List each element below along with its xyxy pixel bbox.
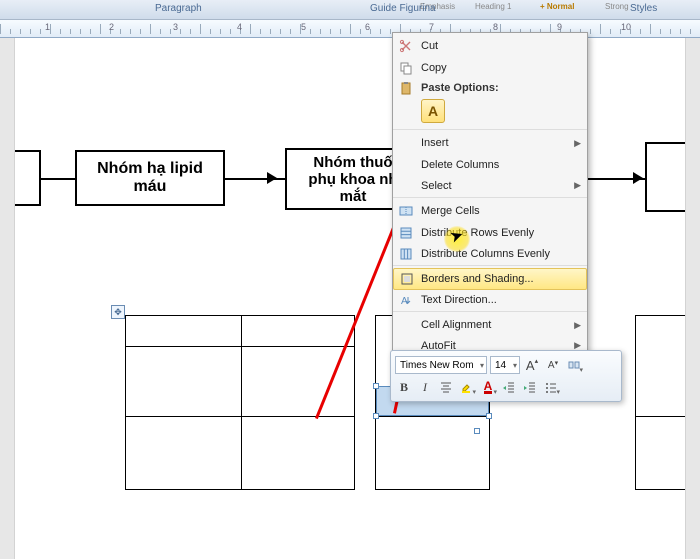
table-move-handle-icon[interactable]: ✥ xyxy=(111,305,125,319)
context-menu-borders-shading[interactable]: Borders and Shading... xyxy=(393,268,587,290)
ribbon-style-strong: Strong xyxy=(605,2,629,11)
table-right-partial[interactable] xyxy=(635,315,685,490)
context-menu-distribute-cols-label: Distribute Columns Evenly xyxy=(421,248,550,260)
font-color-button[interactable]: A xyxy=(479,378,497,396)
ribbon-stub: Emphasis Heading 1 + Normal Strong Parag… xyxy=(0,0,700,20)
page-gutter-left xyxy=(0,38,14,559)
context-menu-copy[interactable]: Copy xyxy=(393,57,587,79)
copy-icon xyxy=(398,60,414,76)
ribbon-group-paragraph: Paragraph xyxy=(155,3,202,14)
context-menu-distribute-rows-label: Distribute Rows Evenly xyxy=(421,227,534,239)
context-menu-text-direction[interactable]: A Text Direction... xyxy=(393,290,587,312)
distribute-cols-icon xyxy=(398,246,414,262)
bold-button[interactable]: B xyxy=(395,378,413,396)
bullets-button[interactable] xyxy=(542,378,560,396)
scissors-icon xyxy=(398,38,414,54)
increase-indent-icon xyxy=(523,380,537,394)
merge-cells-icon xyxy=(398,203,414,219)
align-center-icon xyxy=(439,380,453,394)
grow-font-button[interactable]: A▴ xyxy=(523,356,541,374)
font-size-value: 14 xyxy=(495,360,506,371)
table-resize-handle-icon[interactable] xyxy=(474,428,480,434)
align-center-button[interactable] xyxy=(437,378,455,396)
selection-handle-icon[interactable] xyxy=(373,383,379,389)
context-menu-text-direction-label: Text Direction... xyxy=(421,294,497,306)
context-menu-merge-cells[interactable]: Merge Cells xyxy=(393,200,587,222)
diagram-box-1-text: Nhóm hạ lipid máu xyxy=(81,160,219,196)
submenu-arrow-icon: ▶ xyxy=(574,320,581,331)
context-menu-delete-columns[interactable]: Delete Columns xyxy=(393,154,587,176)
diagram-box-1[interactable]: Nhóm hạ lipid máu xyxy=(75,150,225,206)
ribbon-group-guide: Guide Figurina xyxy=(370,3,436,14)
shrink-font-button[interactable]: A▾ xyxy=(544,356,562,374)
styles-button[interactable] xyxy=(565,356,583,374)
italic-button[interactable]: I xyxy=(416,378,434,396)
ribbon-group-styles: Styles xyxy=(630,3,657,14)
paste-keep-text-only-button[interactable]: A xyxy=(421,99,445,123)
context-menu-borders-shading-label: Borders and Shading... xyxy=(421,273,534,285)
ribbon-style-heading1: Heading 1 xyxy=(475,2,511,11)
borders-icon xyxy=(399,271,415,287)
paste-keep-text-only-label: A xyxy=(428,103,438,119)
horizontal-ruler[interactable]: // ticks drawn after data load below for… xyxy=(0,20,700,38)
bullets-icon xyxy=(544,380,558,394)
context-menu-paste-options-header: Paste Options: xyxy=(393,79,587,97)
context-menu-select[interactable]: Select ▶ xyxy=(393,176,587,198)
highlight-icon xyxy=(460,380,474,394)
context-menu-cell-alignment[interactable]: Cell Alignment ▶ xyxy=(393,314,587,336)
distribute-rows-icon xyxy=(398,225,414,241)
context-menu-delete-columns-label: Delete Columns xyxy=(421,159,499,171)
submenu-arrow-icon: ▶ xyxy=(574,138,581,149)
selection-handle-icon[interactable] xyxy=(486,413,492,419)
decrease-indent-button[interactable] xyxy=(500,378,518,396)
context-menu-cell-alignment-label: Cell Alignment xyxy=(421,319,491,331)
arrow-right-icon xyxy=(267,172,277,184)
context-menu-copy-label: Copy xyxy=(421,62,447,74)
page-gutter-right xyxy=(686,38,700,559)
mini-toolbar: Times New Rom 14 A▴ A▾ B I A xyxy=(390,350,622,402)
context-menu-insert[interactable]: Insert ▶ xyxy=(393,132,587,154)
decrease-indent-icon xyxy=(502,380,516,394)
highlight-button[interactable] xyxy=(458,378,476,396)
context-menu-select-label: Select xyxy=(421,180,452,192)
font-name-value: Times New Rom xyxy=(400,360,474,371)
context-menu-distribute-cols[interactable]: Distribute Columns Evenly xyxy=(393,244,587,266)
ribbon-style-normal: + Normal xyxy=(540,2,574,11)
diagram-box-partial-right xyxy=(645,142,685,212)
increase-indent-button[interactable] xyxy=(521,378,539,396)
font-name-combo[interactable]: Times New Rom xyxy=(395,356,487,374)
arrow-right-2-icon xyxy=(633,172,643,184)
context-menu: Cut Copy Paste Options: A Insert ▶ Delet… xyxy=(392,32,588,385)
context-menu-merge-cells-label: Merge Cells xyxy=(421,205,480,217)
context-menu-paste-options-row: A xyxy=(393,97,587,130)
diagram-box-partial-left xyxy=(15,150,41,206)
context-menu-distribute-rows[interactable]: Distribute Rows Evenly xyxy=(393,222,587,244)
diagram-box-2-text: Nhóm thuố phụ khoa nh mắt xyxy=(308,154,397,205)
text-direction-icon: A xyxy=(398,292,414,308)
clipboard-icon xyxy=(398,80,414,96)
context-menu-paste-options-label: Paste Options: xyxy=(421,82,499,94)
submenu-arrow-icon: ▶ xyxy=(574,180,581,191)
context-menu-cut[interactable]: Cut xyxy=(393,35,587,57)
styles-icon xyxy=(567,358,581,372)
document-canvas[interactable]: Nhóm hạ lipid máu Nhóm thuố phụ khoa nh … xyxy=(0,38,700,559)
selection-handle-icon[interactable] xyxy=(373,413,379,419)
context-menu-cut-label: Cut xyxy=(421,40,438,52)
context-menu-insert-label: Insert xyxy=(421,137,449,149)
font-size-combo[interactable]: 14 xyxy=(490,356,520,374)
